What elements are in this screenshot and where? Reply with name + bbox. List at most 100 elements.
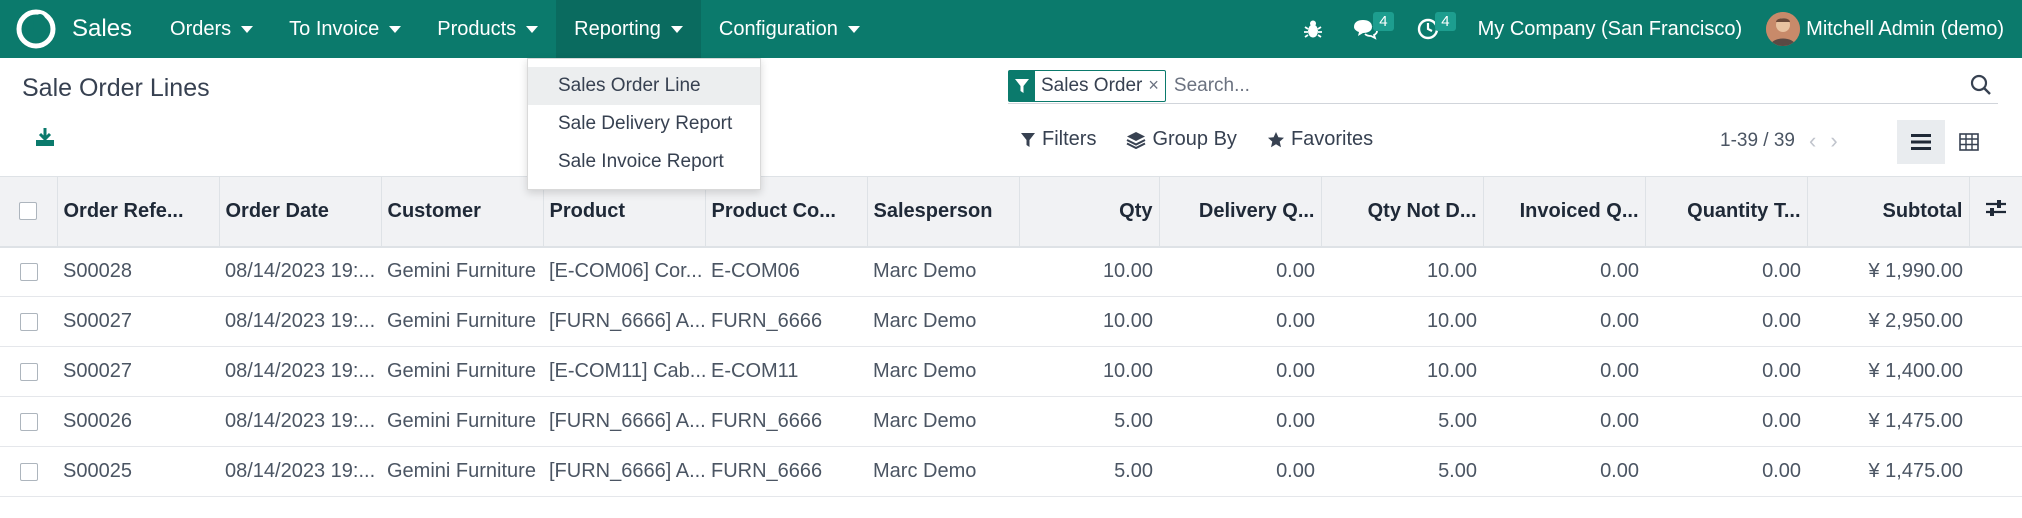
menu-item-sale-invoice-report[interactable]: Sale Invoice Report (528, 143, 760, 181)
caret-down-icon (389, 25, 402, 33)
menu-configuration[interactable]: Configuration (701, 0, 878, 58)
menu-orders-label: Orders (170, 17, 232, 40)
table-row[interactable]: S00026 08/14/2023 19:... Gemini Furnitur… (0, 396, 2022, 447)
list-icon (1911, 134, 1931, 150)
cell-salesperson: Marc Demo (867, 296, 1019, 347)
top-navbar: Sales Orders To Invoice Products Reporti… (0, 0, 2022, 58)
cell-qty-not-delivered: 5.00 (1321, 446, 1483, 497)
cell-spacer (1969, 296, 2022, 347)
cell-qty-not-delivered: 10.00 (1321, 346, 1483, 397)
search-bar: Sales Order × (1008, 68, 1998, 104)
caret-down-icon (526, 25, 539, 33)
export-button[interactable] (34, 126, 56, 154)
select-all-checkbox[interactable] (19, 202, 38, 221)
cell-salesperson: Marc Demo (867, 446, 1019, 497)
search-icon[interactable] (1970, 74, 1992, 102)
cell-quantity-to-invoice: 0.00 (1645, 246, 1807, 297)
cell-order-reference: S00025 (57, 446, 219, 497)
search-input[interactable] (1173, 74, 1954, 97)
activities-badge: 4 (1435, 12, 1456, 31)
menu-products-label: Products (437, 17, 517, 40)
sliders-icon (1985, 200, 2006, 217)
column-header-quantity-to-invoice[interactable]: Quantity T... (1645, 176, 1808, 248)
user-avatar[interactable] (1766, 12, 1801, 46)
pager: 1-39 / 39 ‹ › (1720, 128, 1838, 154)
chevron-left-icon[interactable]: ‹ (1809, 128, 1816, 154)
cell-order-date: 08/14/2023 19:... (219, 396, 381, 447)
cell-product: [FURN_6666] A... (543, 296, 705, 347)
table-row[interactable]: S00025 08/14/2023 19:... Gemini Furnitur… (0, 446, 2022, 497)
row-checkbox[interactable] (19, 262, 38, 281)
filters-button[interactable]: Filters (1020, 128, 1096, 151)
cell-salesperson: Marc Demo (867, 246, 1019, 297)
row-checkbox[interactable] (19, 462, 38, 481)
activities-button[interactable]: 4 (1402, 0, 1456, 58)
column-header-invoiced-qty[interactable]: Invoiced Q... (1483, 176, 1646, 248)
column-header-customer[interactable]: Customer (381, 176, 544, 248)
chevron-right-icon[interactable]: › (1830, 128, 1837, 154)
select-all-cell (0, 176, 58, 248)
row-select-cell (0, 446, 57, 497)
column-header-qty[interactable]: Qty (1019, 176, 1160, 248)
row-checkbox[interactable] (19, 412, 38, 431)
column-header-salesperson[interactable]: Salesperson (867, 176, 1020, 248)
search-facet: Sales Order × (1008, 69, 1166, 102)
debug-bug-icon[interactable] (1288, 0, 1338, 58)
cell-product-code: FURN_6666 (705, 446, 867, 497)
facet-label: Sales Order (1041, 74, 1143, 96)
optional-columns-toggle[interactable] (1969, 176, 2022, 248)
cell-qty-not-delivered: 10.00 (1321, 246, 1483, 297)
menu-orders[interactable]: Orders (152, 0, 271, 58)
cell-product: [FURN_6666] A... (543, 396, 705, 447)
app-name[interactable]: Sales (72, 15, 132, 43)
cell-qty: 5.00 (1019, 446, 1159, 497)
column-header-subtotal[interactable]: Subtotal (1807, 176, 1970, 248)
caret-down-icon (670, 25, 683, 33)
facet-remove-button[interactable]: × (1148, 75, 1165, 96)
cell-customer: Gemini Furniture (381, 446, 543, 497)
cell-subtotal: ¥ 1,990.00 (1807, 246, 1969, 297)
cell-subtotal: ¥ 1,400.00 (1807, 346, 1969, 397)
favorites-button[interactable]: Favorites (1267, 128, 1373, 151)
menu-to-invoice[interactable]: To Invoice (271, 0, 419, 58)
cell-qty: 10.00 (1019, 346, 1159, 397)
table-row[interactable]: S00028 08/14/2023 19:... Gemini Furnitur… (0, 246, 2022, 297)
cell-invoiced-qty: 0.00 (1483, 296, 1645, 347)
cell-spacer (1969, 446, 2022, 497)
list-view-button[interactable] (1897, 120, 1945, 164)
menu-reporting-label: Reporting (574, 17, 661, 40)
column-header-qty-not-delivered[interactable]: Qty Not D... (1321, 176, 1484, 248)
cell-delivery-qty: 0.00 (1159, 296, 1321, 347)
pager-value[interactable]: 1-39 / 39 (1720, 130, 1795, 152)
cell-delivery-qty: 0.00 (1159, 346, 1321, 397)
odoo-logo-icon[interactable] (14, 7, 58, 51)
cell-product: [FURN_6666] A... (543, 446, 705, 497)
row-select-cell (0, 396, 57, 447)
cell-order-date: 08/14/2023 19:... (219, 346, 381, 397)
cell-spacer (1969, 346, 2022, 397)
menu-reporting[interactable]: Reporting (556, 0, 701, 58)
group-by-button[interactable]: Group By (1126, 128, 1237, 151)
cell-qty: 10.00 (1019, 296, 1159, 347)
table-row[interactable]: S00027 08/14/2023 19:... Gemini Furnitur… (0, 296, 2022, 347)
cell-invoiced-qty: 0.00 (1483, 446, 1645, 497)
menu-item-sale-delivery-report[interactable]: Sale Delivery Report (528, 105, 760, 143)
column-header-order-date[interactable]: Order Date (219, 176, 382, 248)
column-header-delivery-qty[interactable]: Delivery Q... (1159, 176, 1322, 248)
cell-salesperson: Marc Demo (867, 346, 1019, 397)
menu-products[interactable]: Products (419, 0, 556, 58)
user-menu[interactable]: Mitchell Admin (demo) (1806, 18, 2004, 41)
row-checkbox[interactable] (19, 312, 38, 331)
cell-subtotal: ¥ 1,475.00 (1807, 396, 1969, 447)
list-view: Order Refe... Order Date Customer Produc… (0, 176, 2022, 497)
company-switcher[interactable]: My Company (San Francisco) (1478, 18, 1743, 41)
cell-order-date: 08/14/2023 19:... (219, 246, 381, 297)
cell-qty: 5.00 (1019, 396, 1159, 447)
pivot-view-button[interactable] (1945, 120, 1993, 164)
messages-button[interactable]: 4 (1338, 0, 1394, 58)
cell-quantity-to-invoice: 0.00 (1645, 396, 1807, 447)
row-checkbox[interactable] (19, 362, 38, 381)
table-row[interactable]: S00027 08/14/2023 19:... Gemini Furnitur… (0, 346, 2022, 397)
column-header-order-reference[interactable]: Order Refe... (57, 176, 220, 248)
menu-item-sales-order-line[interactable]: Sales Order Line (528, 67, 760, 105)
